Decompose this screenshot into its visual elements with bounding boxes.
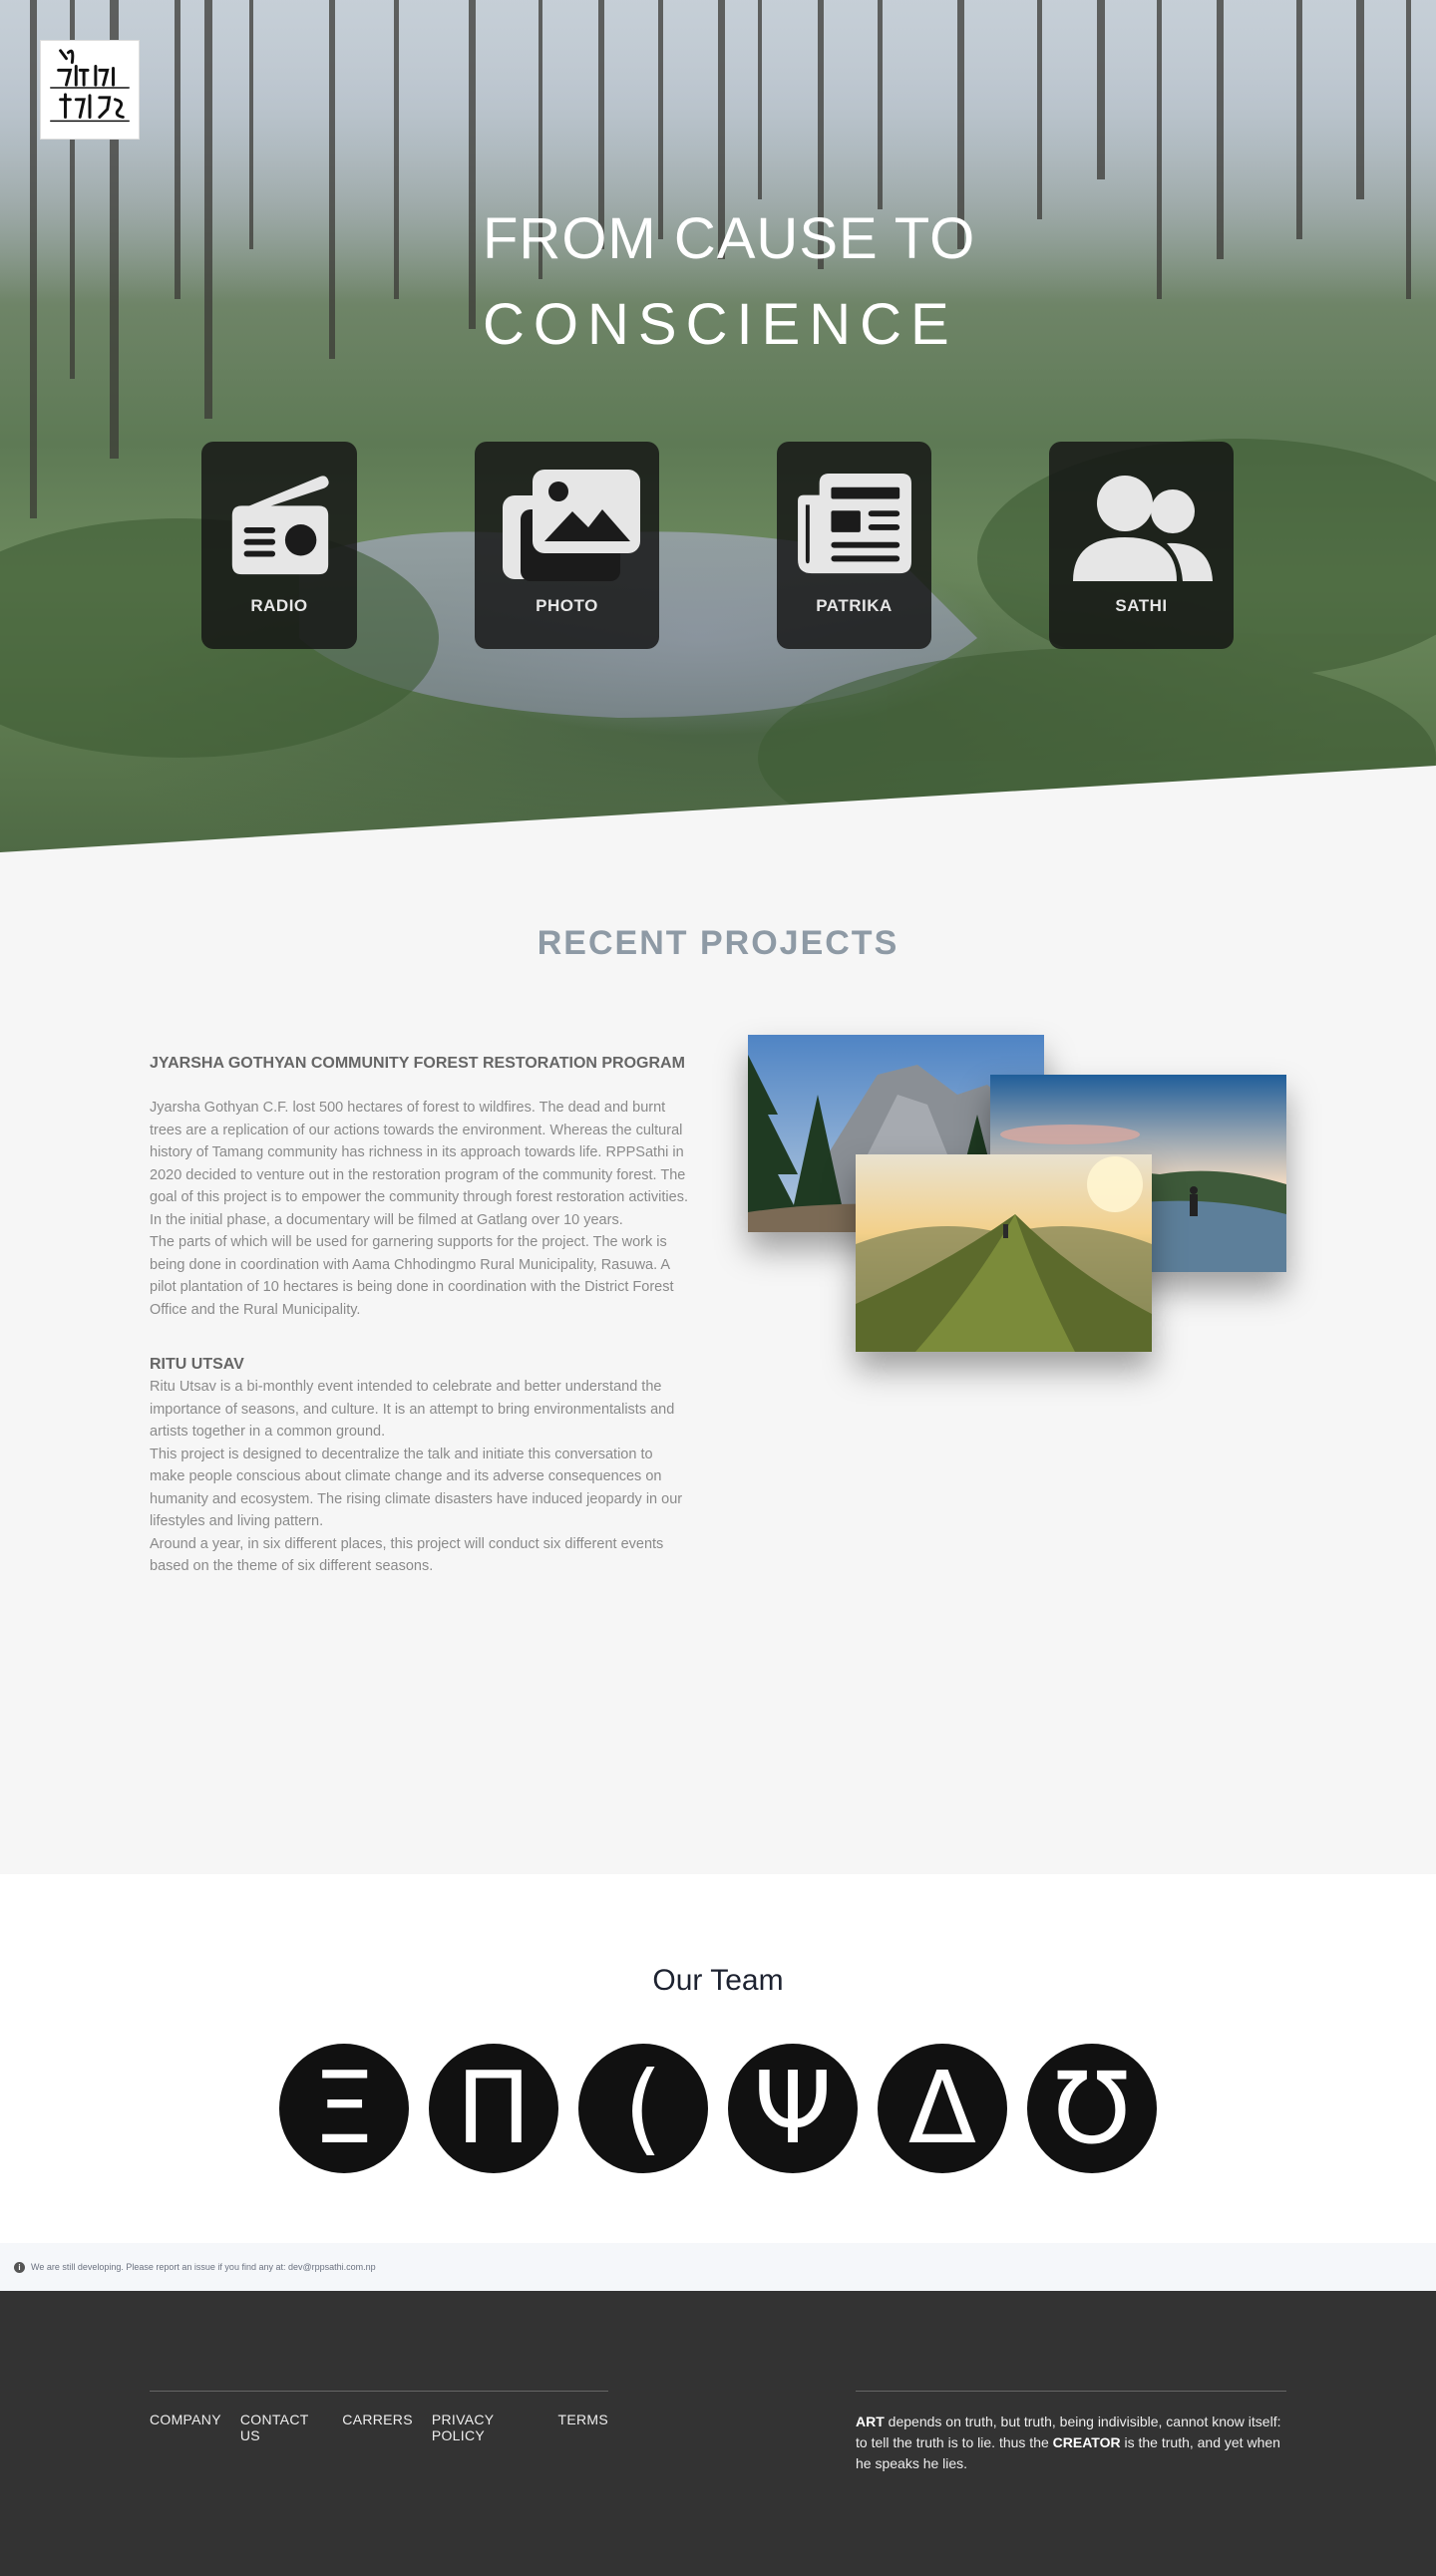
- hero-title: FROM CAUSE TO CONSCIENCE: [483, 199, 975, 371]
- dev-notice-bar: i We are still developing. Please report…: [0, 2243, 1436, 2291]
- project-paragraph: The parts of which will be used for garn…: [150, 1234, 674, 1318]
- team-title: Our Team: [652, 1964, 784, 1997]
- recent-projects-section: RECENT PROJECTS JYARSHA GOTHYAN COMMUNIT…: [0, 852, 1436, 1874]
- radio-icon: [201, 466, 357, 585]
- project-heading: RITU UTSAV: [150, 1356, 244, 1373]
- project-photo-ridge[interactable]: [856, 1154, 1152, 1352]
- quote-art: ART: [856, 2414, 885, 2429]
- tile-patrika[interactable]: PATRIKA: [777, 442, 931, 649]
- hero-title-line-2: CONSCIENCE: [483, 292, 958, 357]
- team-member-avatar[interactable]: Ʊ: [1027, 2044, 1157, 2173]
- team-member-avatar[interactable]: (: [578, 2044, 708, 2173]
- info-icon: i: [14, 2261, 25, 2273]
- projects-list: JYARSHA GOTHYAN COMMUNITY FOREST RESTORA…: [150, 1052, 688, 1578]
- footer-link-carrers[interactable]: CARRERS: [342, 2412, 413, 2443]
- tile-sathi-label: SATHI: [1115, 596, 1168, 615]
- project-paragraph: Around a year, in six different places, …: [150, 1535, 664, 1575]
- dev-notice-text: We are still developing. Please report a…: [31, 2262, 376, 2272]
- team-section: Our Team Ξ Π ( Ψ Δ Ʊ: [0, 1874, 1436, 2243]
- footer-quote: ART depends on truth, but truth, being i…: [856, 2391, 1286, 2474]
- project-item: RITU UTSAV Ritu Utsav is a bi-monthly ev…: [150, 1353, 688, 1578]
- team-member-avatar[interactable]: Π: [429, 2044, 558, 2173]
- tile-photo-label: PHOTO: [536, 596, 598, 615]
- footer-nav: COMPANY CONTACT US CARRERS PRIVACY POLIC…: [150, 2391, 608, 2443]
- team-member-avatar[interactable]: Ψ: [728, 2044, 858, 2173]
- footer-link-contact-us[interactable]: CONTACT US: [240, 2412, 323, 2443]
- newspaper-icon: [777, 466, 931, 585]
- hero-diagonal-divider: [0, 766, 1436, 852]
- tile-radio[interactable]: RADIO: [201, 442, 357, 649]
- team-member-avatar[interactable]: Δ: [878, 2044, 1007, 2173]
- project-item: JYARSHA GOTHYAN COMMUNITY FOREST RESTORA…: [150, 1052, 688, 1321]
- project-heading: JYARSHA GOTHYAN COMMUNITY FOREST RESTORA…: [150, 1055, 685, 1072]
- hero-title-line-1: FROM CAUSE TO: [483, 206, 976, 271]
- quote-creator: CREATOR: [1052, 2434, 1121, 2450]
- footer-link-terms[interactable]: TERMS: [558, 2412, 609, 2443]
- tile-photo[interactable]: PHOTO: [475, 442, 659, 649]
- project-paragraph: Jyarsha Gothyan C.F. lost 500 hectares o…: [150, 1100, 688, 1228]
- footer-link-privacy-policy[interactable]: PRIVACY POLICY: [432, 2412, 539, 2443]
- footer-links: COMPANY CONTACT US CARRERS PRIVACY POLIC…: [150, 2412, 608, 2443]
- users-icon: [1049, 466, 1234, 585]
- images-icon: [475, 466, 659, 585]
- team-member-avatar[interactable]: Ξ: [279, 2044, 409, 2173]
- tile-patrika-label: PATRIKA: [816, 596, 893, 615]
- footer-link-company[interactable]: COMPANY: [150, 2412, 221, 2443]
- logo-mark-icon: [50, 49, 130, 123]
- project-paragraph: Ritu Utsav is a bi-monthly event intende…: [150, 1379, 675, 1440]
- recent-projects-title: RECENT PROJECTS: [537, 924, 899, 962]
- tile-sathi[interactable]: SATHI: [1049, 442, 1234, 649]
- tile-radio-label: RADIO: [250, 596, 308, 615]
- hero-section: FROM CAUSE TO CONSCIENCE RADIO PHOTO PAT…: [0, 0, 1436, 852]
- project-paragraph: This project is designed to decentralize…: [150, 1446, 683, 1530]
- site-footer: COMPANY CONTACT US CARRERS PRIVACY POLIC…: [0, 2291, 1436, 2576]
- site-logo[interactable]: [40, 40, 140, 140]
